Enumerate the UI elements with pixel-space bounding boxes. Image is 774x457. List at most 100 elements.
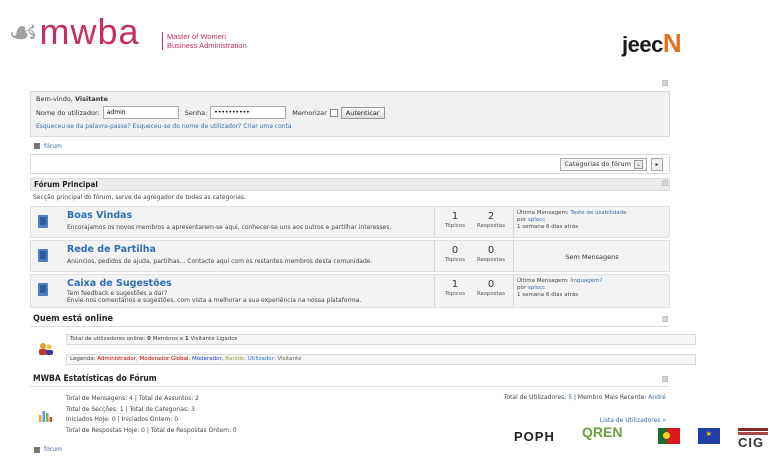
topics-value: 1 xyxy=(451,279,459,290)
site-header: ☙ mwba Master of Women Business Administ… xyxy=(0,0,774,80)
bar-chart-icon xyxy=(39,411,52,422)
welcome-user: Visitante xyxy=(74,95,108,103)
remember-checkbox[interactable] xyxy=(329,108,338,117)
online-legend: Legenda: Administrador, Moderador Global… xyxy=(66,354,696,365)
forum-icon xyxy=(38,283,48,296)
forum-icon xyxy=(38,215,48,228)
login-panel: Bem-vindo, Visitante Nome do utilizador:… xyxy=(30,91,670,137)
stats-line-sections: Total de Secções: 1 | Total de Categoria… xyxy=(66,405,195,413)
replies-label: Respostas xyxy=(477,257,505,263)
last-post-by-label: por xyxy=(517,217,527,223)
column-divider xyxy=(513,241,514,271)
legend-label: Legenda: xyxy=(70,356,96,362)
last-post-by-label: por xyxy=(517,285,527,291)
collapse-grip-icon[interactable] xyxy=(662,180,668,186)
mwba-logo[interactable]: ☙ mwba xyxy=(8,11,140,53)
category-bar: Categorias do fórum ⌄ ▸ xyxy=(30,154,670,174)
last-post-info: Última Mensagem: linguagem? por splocc 1… xyxy=(517,278,602,299)
stats-list: Total de Mensagens: 4 | Total de Assunto… xyxy=(66,394,237,436)
category-select[interactable]: Categorias do fórum ⌄ xyxy=(560,158,647,171)
breadcrumb: fórum xyxy=(30,140,670,152)
poph-logo-text: POPH xyxy=(514,429,555,444)
stats-newest-member-link[interactable]: André xyxy=(648,394,666,401)
jeec-logo[interactable]: jeecN xyxy=(622,28,682,59)
password-input[interactable] xyxy=(210,106,287,119)
users-online-icon xyxy=(39,343,53,355)
user-list-link[interactable]: Lista de Utilizadores » xyxy=(600,417,666,424)
collapse-grip-icon[interactable] xyxy=(662,316,668,322)
forum-tree-icon xyxy=(34,446,40,453)
forum-title-link[interactable]: Boas Vindas xyxy=(67,210,132,221)
legend-global-moderator: Moderador Global, xyxy=(139,356,191,362)
last-post-info: Última Mensagem: Teste de usabilidade po… xyxy=(517,210,627,231)
column-divider xyxy=(513,275,514,307)
online-members-label: Membros e xyxy=(152,336,184,342)
legend-user: Utilizador, xyxy=(247,356,276,362)
forgot-username-link[interactable]: Esqueceu-se do nome de utilizador? xyxy=(133,123,242,130)
section-description: Secção principal do fórum, serve de agre… xyxy=(30,192,670,204)
forgot-password-link[interactable]: Esqueceu-se da palavra-passe? xyxy=(36,123,131,130)
forum-title-link[interactable]: Rede de Partilha xyxy=(67,244,156,255)
create-account-link[interactable]: Criar uma conta xyxy=(243,123,291,130)
replies-value: 0 xyxy=(487,245,495,256)
online-visitors-count: 1 xyxy=(184,336,189,342)
replies-count: 0 Respostas xyxy=(473,245,509,263)
login-links: Esqueceu-se da palavra-passe? Esqueceu-s… xyxy=(36,123,664,130)
breadcrumb-forum-link[interactable]: fórum xyxy=(44,143,62,150)
welcome-text: Bem-vindo, Visitante xyxy=(36,95,664,103)
footer-breadcrumb-forum-link[interactable]: fórum xyxy=(44,446,62,453)
forum-row-caixa-de-sugestoes: Caixa de Sugestões Tem feedback e sugest… xyxy=(30,274,670,308)
category-select-value: Categorias do fórum xyxy=(564,160,631,168)
last-post-link[interactable]: Teste de usabilidade xyxy=(570,210,626,216)
sponsor-logos: POPH QREN CIG xyxy=(510,424,772,457)
login-button[interactable]: Autenticar xyxy=(340,106,385,119)
topics-count: 1 Tópicos xyxy=(437,211,473,229)
forum-description: Encorajamos os novos membros a apresenta… xyxy=(67,224,392,231)
section-title: Fórum Principal xyxy=(30,178,670,191)
topics-count: 1 Tópicos xyxy=(437,279,473,297)
username-label: Nome do utilizador: xyxy=(36,108,100,117)
replies-count: 2 Respostas xyxy=(473,211,509,229)
online-panel: Total de utilizadores online: 0 Membros … xyxy=(30,330,696,370)
logo-subtitle-line-1: Master of Women xyxy=(167,32,227,41)
forum-tree-icon xyxy=(34,143,40,149)
portugal-flag-icon xyxy=(658,428,680,444)
collapse-grip-icon[interactable] xyxy=(662,376,668,382)
username-input[interactable] xyxy=(102,106,179,119)
stats-line-replies: Total de Respostas Hoje: 0 | Total de Re… xyxy=(66,426,237,434)
forum-description: Anúncios, pedidos de ajuda, partilhas...… xyxy=(67,258,373,265)
logo-text: mwba xyxy=(39,11,140,52)
remember-label: Memorizar xyxy=(292,108,327,117)
column-divider xyxy=(434,241,435,271)
online-section-title: Quem está online xyxy=(30,314,670,327)
topics-value: 1 xyxy=(451,211,459,222)
category-go-button[interactable]: ▸ xyxy=(651,158,663,171)
replies-label: Respostas xyxy=(477,291,505,297)
last-post-link[interactable]: linguagem? xyxy=(570,278,602,284)
forum-icon xyxy=(38,249,48,262)
logo-subtitle: Master of Women Business Administration xyxy=(162,32,247,50)
replies-label: Respostas xyxy=(477,223,505,229)
column-divider xyxy=(434,207,435,237)
logo-flourish-icon: ☙ xyxy=(8,13,39,53)
forum-row-boas-vindas: Boas Vindas Encorajamos os novos membros… xyxy=(30,206,670,238)
jeec-logo-text: jeec xyxy=(622,32,663,57)
welcome-prefix: Bem-vindo, xyxy=(36,95,73,103)
footer-breadcrumb: fórum xyxy=(30,446,62,453)
chevron-down-icon: ⌄ xyxy=(634,160,643,169)
stats-users-label: Total de Utilizadores: xyxy=(503,394,567,401)
last-post-author-link[interactable]: splocc xyxy=(528,285,545,291)
qren-logo: QREN xyxy=(582,424,623,440)
forum-description-line-1: Tem feedback e sugestões a dar? xyxy=(67,290,168,297)
forum-description: Tem feedback e sugestões a dar? Envie-no… xyxy=(67,290,447,304)
online-visitors-label: Visitante Ligados xyxy=(190,336,238,342)
collapse-grip-icon[interactable] xyxy=(662,80,668,86)
last-post-author-link[interactable]: splocc xyxy=(528,217,545,223)
stats-section-title: MWBA Estatísticas do Fórum xyxy=(30,374,670,387)
replies-value: 0 xyxy=(487,279,495,290)
stats-users-summary: Total de Utilizadores: 5 | Membro Mais R… xyxy=(503,394,666,401)
qren-logo-text: QREN xyxy=(582,424,623,440)
forum-title-link[interactable]: Caixa de Sugestões xyxy=(67,278,172,289)
poph-logo: POPH xyxy=(514,429,555,444)
stats-users-value[interactable]: 5 xyxy=(568,394,572,401)
